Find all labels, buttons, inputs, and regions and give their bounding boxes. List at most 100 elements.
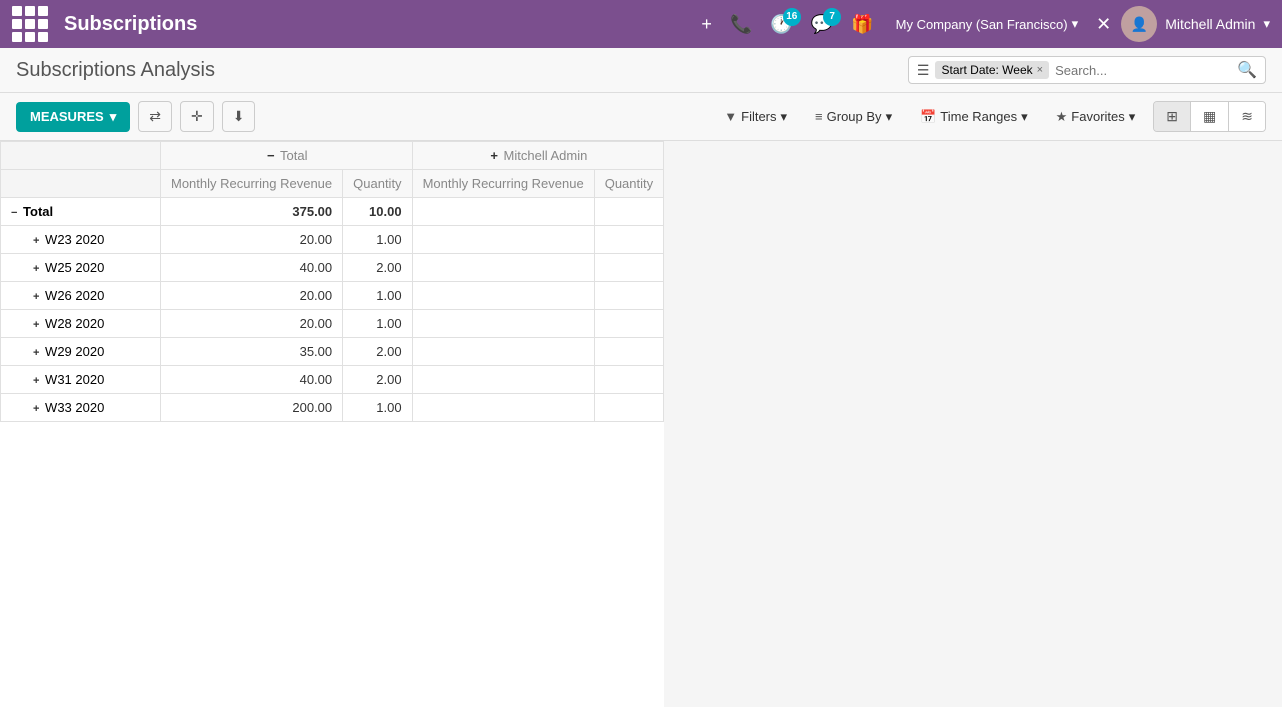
pivot-cell xyxy=(594,198,663,226)
user-dropdown-icon: ▾ xyxy=(1263,16,1270,32)
expand-group-col-button[interactable]: + xyxy=(488,148,500,163)
company-selector[interactable]: My Company (San Francisco) ▾ xyxy=(888,12,1086,36)
avatar: 👤 xyxy=(1121,6,1157,42)
user-menu[interactable]: 👤 Mitchell Admin ▾ xyxy=(1121,6,1270,42)
row-label-text: W31 2020 xyxy=(41,372,104,387)
pivot-total-row: − Total 375.0010.00 xyxy=(1,198,664,226)
row-label-text: W23 2020 xyxy=(41,232,104,247)
search-input[interactable] xyxy=(1055,63,1231,78)
pivot-data-row: + W33 2020200.001.00 xyxy=(1,394,664,422)
calendar-icon: 📅 xyxy=(920,109,936,125)
pivot-cell: 2.00 xyxy=(343,254,412,282)
subheader: Subscriptions Analysis ☰ Start Date: Wee… xyxy=(0,48,1282,93)
bar-chart-view-button[interactable]: ▦ xyxy=(1191,102,1229,131)
qty-group-label: Quantity xyxy=(605,176,653,191)
pivot-col-group-header: + Mitchell Admin xyxy=(412,142,664,170)
expand-row-button[interactable]: + xyxy=(31,347,41,359)
clock-icon[interactable]: 🕐 16 xyxy=(766,10,796,39)
add-icon[interactable]: + xyxy=(697,10,716,39)
swap-icon: ⇄ xyxy=(149,108,161,125)
pivot-subheader-qty-total: Quantity xyxy=(343,170,412,198)
pivot-cell: 375.00 xyxy=(161,198,343,226)
pivot-cell: 20.00 xyxy=(161,226,343,254)
filter-menu-icon[interactable]: ☰ xyxy=(917,62,930,79)
company-name: My Company (San Francisco) xyxy=(896,17,1068,32)
chat-icon[interactable]: 💬 7 xyxy=(807,10,837,39)
top-navigation: Subscriptions + 📞 🕐 16 💬 7 🎁 My Company … xyxy=(0,0,1282,48)
row-label-text: Total xyxy=(19,204,53,219)
row-label-text: W29 2020 xyxy=(41,344,104,359)
pivot-cell: 1.00 xyxy=(343,394,412,422)
expand-button[interactable]: ✛ xyxy=(180,101,214,132)
row-label-text: W25 2020 xyxy=(41,260,104,275)
pivot-data-row: + W26 202020.001.00 xyxy=(1,282,664,310)
search-bar: ☰ Start Date: Week × 🔍 xyxy=(908,56,1266,84)
collapse-total-col-button[interactable]: − xyxy=(265,148,277,163)
favorites-button[interactable]: ★ Favorites ▾ xyxy=(1050,105,1142,129)
expand-row-button[interactable]: + xyxy=(31,263,41,275)
mrr-group-label: Monthly Recurring Revenue xyxy=(423,176,584,191)
pivot-cell xyxy=(412,282,594,310)
filters-button[interactable]: ▼ Filters ▾ xyxy=(718,105,793,129)
pivot-data-row: + W25 202040.002.00 xyxy=(1,254,664,282)
pivot-cell: 1.00 xyxy=(343,282,412,310)
pivot-cell xyxy=(594,366,663,394)
pivot-col-total-label: Total xyxy=(280,148,307,163)
pivot-data-row: + W23 202020.001.00 xyxy=(1,226,664,254)
expand-row-button[interactable]: + xyxy=(31,403,41,415)
pivot-row-label: + W33 2020 xyxy=(1,394,161,422)
pivot-data-row: + W31 202040.002.00 xyxy=(1,366,664,394)
pivot-cell: 10.00 xyxy=(343,198,412,226)
group-by-dropdown-icon: ▾ xyxy=(886,109,893,125)
filter-funnel-icon: ▼ xyxy=(724,109,737,124)
time-ranges-label: Time Ranges xyxy=(940,109,1017,124)
pivot-container: − Total + Mitchell Admin Monthly Recurri… xyxy=(0,141,664,707)
pivot-col-group-row: − Total + Mitchell Admin xyxy=(1,142,664,170)
search-tag-label: Start Date: Week xyxy=(941,63,1032,77)
pivot-data-row: + W28 2020 20.001.00 xyxy=(1,310,664,338)
download-button[interactable]: ⬇ xyxy=(222,101,256,132)
swap-button[interactable]: ⇄ xyxy=(138,101,172,132)
company-dropdown-icon: ▾ xyxy=(1072,16,1079,32)
time-ranges-button[interactable]: 📅 Time Ranges ▾ xyxy=(914,105,1034,129)
measures-button[interactable]: MEASURES ▾ xyxy=(16,102,130,132)
collapse-row-button[interactable]: − xyxy=(9,207,19,219)
measures-label: MEASURES xyxy=(30,109,104,124)
expand-row-button[interactable]: + xyxy=(31,291,41,303)
filters-label: Filters xyxy=(741,109,776,124)
pivot-cell: 200.00 xyxy=(161,394,343,422)
pivot-cell xyxy=(412,366,594,394)
pivot-cell xyxy=(594,254,663,282)
filters-dropdown-icon: ▾ xyxy=(781,109,788,125)
time-ranges-dropdown-icon: ▾ xyxy=(1021,109,1028,125)
app-grid-icon[interactable] xyxy=(12,6,48,42)
expand-row-button[interactable]: + xyxy=(31,235,41,247)
pivot-cell: 1.00 xyxy=(343,226,412,254)
search-submit-button[interactable]: 🔍 xyxy=(1237,60,1257,80)
favorites-label: Favorites xyxy=(1071,109,1124,124)
close-icon[interactable]: ✕ xyxy=(1096,14,1111,35)
search-tag-close-icon[interactable]: × xyxy=(1037,64,1043,76)
phone-icon[interactable]: 📞 xyxy=(726,10,756,39)
pivot-cell: 40.00 xyxy=(161,366,343,394)
pivot-cell xyxy=(594,282,663,310)
pivot-data-row: + W29 202035.002.00 xyxy=(1,338,664,366)
qty-total-label: Quantity xyxy=(353,176,401,191)
group-by-label: Group By xyxy=(827,109,882,124)
pivot-subheader-qty-group: Quantity xyxy=(594,170,663,198)
pivot-cell: 1.00 xyxy=(343,310,412,338)
row-label-text: W28 2020 xyxy=(41,316,104,331)
pivot-view-button[interactable]: ⊞ xyxy=(1154,102,1191,131)
pivot-row-label: + W23 2020 xyxy=(1,226,161,254)
expand-row-button[interactable]: + xyxy=(31,319,41,331)
pivot-sub-col-row: Monthly Recurring Revenue Quantity Month… xyxy=(1,170,664,198)
pivot-cell: 20.00 xyxy=(161,310,343,338)
row-label-text: W26 2020 xyxy=(41,288,104,303)
line-chart-view-button[interactable]: ≋ xyxy=(1229,102,1265,131)
group-by-button[interactable]: ≡ Group By ▾ xyxy=(809,105,898,129)
page-title: Subscriptions Analysis xyxy=(16,59,215,82)
gift-icon[interactable]: 🎁 xyxy=(847,10,877,39)
pivot-col-group-label: Mitchell Admin xyxy=(504,148,588,163)
expand-row-button[interactable]: + xyxy=(31,375,41,387)
pivot-row-label-header xyxy=(1,170,161,198)
